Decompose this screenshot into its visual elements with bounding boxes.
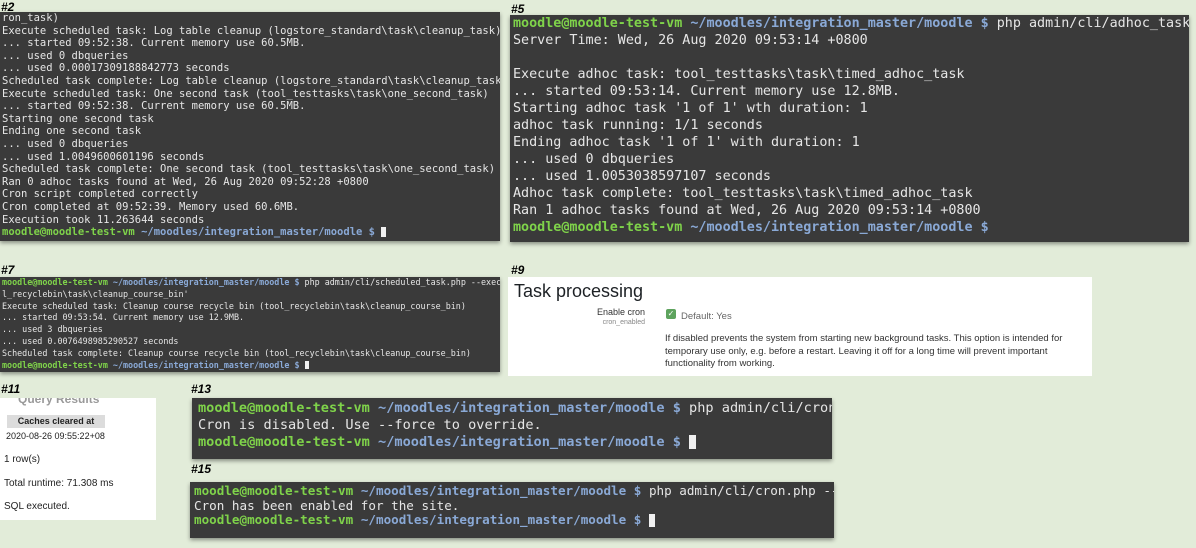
terminal-line: Ran 0 adhoc tasks found at Wed, 26 Aug 2…	[2, 175, 369, 188]
terminal-line: ... used 1.0049600601196 seconds	[2, 150, 205, 163]
prompt-path: ~/moodles/integration_master/moodle $	[353, 483, 642, 498]
prompt-user-host: moodle@moodle-test-vm	[2, 359, 108, 370]
terminal-command-line: moodle@moodle-test-vm ~/moodles/integrat…	[2, 277, 500, 289]
prompt-user-host: moodle@moodle-test-vm	[194, 483, 354, 498]
command-text: php admin/cli/cron.php --enable	[648, 483, 834, 498]
terminal-line: Execution took 11.263644 seconds	[2, 213, 205, 226]
terminal-line: Starting one second task	[2, 112, 154, 125]
terminal-line: Cron is disabled. Use --force to overrid…	[198, 417, 542, 433]
terminal-prompt-line: moodle@moodle-test-vm ~/moodles/integrat…	[2, 226, 500, 239]
prompt-user-host: moodle@moodle-test-vm	[2, 226, 135, 239]
prompt-user-host: moodle@moodle-test-vm	[198, 400, 370, 416]
row-count: 1 row(s)	[4, 454, 41, 465]
terminal-adhoc-task[interactable]: moodle@moodle-test-vm ~/moodles/integrat…	[510, 15, 1189, 242]
terminal-line: Ending adhoc task '1 of 1' with duration…	[513, 135, 860, 150]
terminal-line: Adhoc task complete: tool_testtasks\task…	[513, 186, 973, 201]
terminal-line: Execute scheduled task: Log table cleanu…	[2, 24, 500, 37]
terminal-line: ... started 09:53:14. Current memory use…	[513, 84, 900, 99]
command-wrap-line: l_recyclebin\task\cleanup_course_bin'	[2, 288, 189, 299]
terminal-command-line: moodle@moodle-test-vm ~/moodles/integrat…	[513, 15, 1189, 32]
prompt-path: ~/moodles/integration_master/moodle $	[369, 434, 681, 450]
setting-default: Default: Yes	[681, 311, 732, 322]
terminal-prompt-line: moodle@moodle-test-vm ~/moodles/integrat…	[513, 219, 1189, 236]
prompt-user-host: moodle@moodle-test-vm	[198, 434, 370, 450]
terminal-line: ... used 0 dbqueries	[2, 137, 129, 150]
terminal-line: ... used 0 dbqueries	[513, 152, 675, 167]
terminal-line: Cron script completed correctly	[2, 188, 198, 201]
prompt-user-host: moodle@moodle-test-vm	[513, 16, 683, 31]
terminal-command-line: moodle@moodle-test-vm ~/moodles/integrat…	[194, 483, 834, 499]
terminal-line: Scheduled task complete: Cleanup course …	[2, 347, 471, 358]
panel-label-11: #11	[1, 382, 21, 396]
prompt-user-host: moodle@moodle-test-vm	[513, 220, 683, 235]
terminal-line: ... started 09:53:54. Current memory use…	[2, 312, 245, 323]
terminal-cron-output[interactable]: ron_task) Execute scheduled task: Log ta…	[0, 12, 500, 241]
terminal-cron-disabled[interactable]: moodle@moodle-test-vm ~/moodles/integrat…	[192, 398, 832, 459]
terminal-line: ... used 1.0053038597107 seconds	[513, 169, 771, 184]
terminal-prompt-line: moodle@moodle-test-vm ~/moodles/integrat…	[194, 512, 834, 528]
text-cursor	[648, 514, 655, 527]
terminal-line: ... used 3 dbqueries	[2, 324, 103, 335]
terminal-line: adhoc task running: 1/1 seconds	[513, 118, 763, 133]
setting-description: If disabled prevents the system from sta…	[665, 333, 1063, 370]
prompt-user-host: moodle@moodle-test-vm	[194, 512, 354, 527]
panel-label-7: #7	[1, 263, 15, 277]
prompt-path: ~/moodles/integration_master/moodle $	[107, 277, 300, 287]
terminal-line: Scheduled task complete: Log table clean…	[2, 74, 500, 87]
terminal-line: Execute scheduled task: One second task …	[2, 87, 489, 100]
panel-label-9: #9	[511, 263, 525, 277]
command-text: php admin/cli/adhoc_task.php --execute	[996, 16, 1189, 31]
terminal-line: Ran 1 adhoc tasks found at Wed, 26 Aug 2…	[513, 203, 981, 218]
table-header: Caches cleared at	[7, 415, 105, 428]
terminal-line: Server Time: Wed, 26 Aug 2020 09:53:14 +…	[513, 33, 868, 48]
query-results-panel: Query Results Caches cleared at 2020-08-…	[0, 398, 156, 520]
sql-status: SQL executed.	[4, 501, 70, 512]
terminal-prompt-line: moodle@moodle-test-vm ~/moodles/integrat…	[2, 360, 500, 372]
terminal-line: Execute adhoc task: tool_testtasks\task\…	[513, 67, 965, 82]
terminal-line: ... used 0.00017309188842773 seconds	[2, 62, 230, 75]
prompt-path: ~/moodles/integration_master/moodle $	[134, 226, 375, 239]
terminal-line: Starting adhoc task '1 of 1' wth duratio…	[513, 101, 868, 116]
terminal-line: Cron completed at 09:52:39. Memory used …	[2, 200, 300, 213]
total-runtime: Total runtime: 71.308 ms	[4, 478, 114, 489]
table-cell: 2020-08-26 09:55:22+08	[6, 431, 105, 441]
settings-heading: Task processing	[514, 281, 644, 301]
panel-label-5: #5	[511, 2, 525, 16]
prompt-path: ~/moodles/integration_master/moodle $	[682, 220, 989, 235]
text-cursor	[304, 361, 309, 370]
terminal-line: Execute scheduled task: Cleanup course r…	[2, 300, 466, 311]
terminal-line: ... used 0.0076498985290527 seconds	[2, 335, 179, 346]
terminal-line: Ending one second task	[2, 125, 142, 138]
panel-label-13: #13	[191, 382, 212, 396]
enable-cron-checkbox[interactable]: ✓	[666, 309, 676, 319]
setting-id: cron_enabled	[602, 319, 645, 326]
command-text: php admin/cli/scheduled_task.php --execu…	[304, 277, 500, 287]
terminal-cron-enable[interactable]: moodle@moodle-test-vm ~/moodles/integrat…	[190, 482, 834, 538]
prompt-path: ~/moodles/integration_master/moodle $	[353, 512, 642, 527]
prompt-user-host: moodle@moodle-test-vm	[2, 277, 108, 287]
prompt-path: ~/moodles/integration_master/moodle $	[682, 16, 989, 31]
terminal-scheduled-task[interactable]: moodle@moodle-test-vm ~/moodles/integrat…	[0, 277, 500, 372]
terminal-line: ... started 09:52:38. Current memory use…	[2, 100, 306, 113]
prompt-path: ~/moodles/integration_master/moodle $	[369, 400, 681, 416]
checkmark-icon: ✓	[667, 309, 675, 318]
setting-label: Enable cron	[596, 307, 645, 317]
task-processing-settings: Task processing Enable cron cron_enabled…	[508, 277, 1092, 376]
text-cursor	[689, 435, 697, 449]
text-cursor	[381, 227, 387, 238]
terminal-line: ron_task)	[2, 12, 59, 24]
prompt-path: ~/moodles/integration_master/moodle $	[107, 359, 300, 370]
panel-label-15: #15	[191, 462, 212, 476]
terminal-line: Cron has been enabled for the site.	[194, 497, 460, 513]
terminal-line: ... started 09:52:38. Current memory use…	[2, 37, 306, 50]
terminal-line: Scheduled task complete: One second task…	[2, 163, 496, 176]
command-text: php admin/cli/cron.php	[689, 400, 832, 416]
terminal-command-line: moodle@moodle-test-vm ~/moodles/integrat…	[198, 400, 832, 417]
terminal-prompt-line: moodle@moodle-test-vm ~/moodles/integrat…	[198, 434, 832, 451]
terminal-line: ... used 0 dbqueries	[2, 49, 129, 62]
query-results-title: Query Results	[18, 398, 100, 406]
